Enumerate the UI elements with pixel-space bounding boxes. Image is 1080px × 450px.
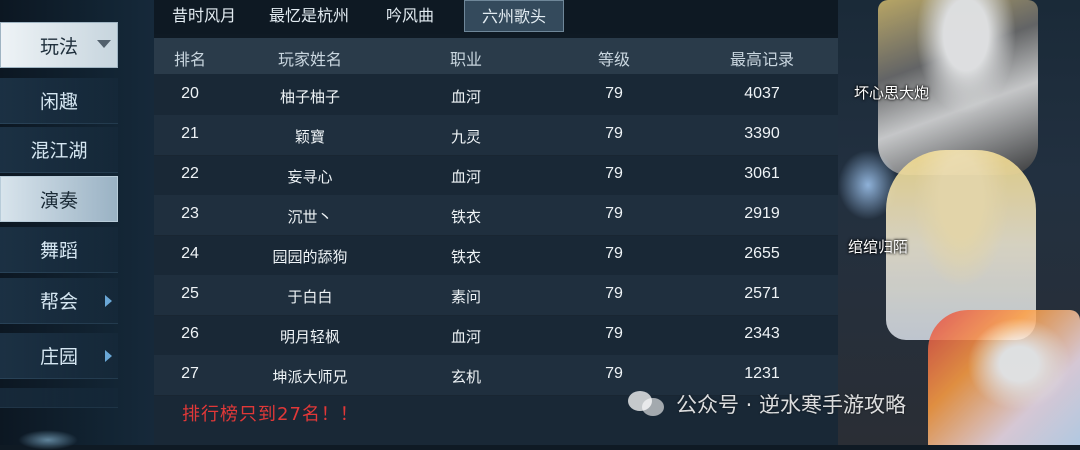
- header-profession: 职业: [449, 50, 483, 69]
- tab-song-4[interactable]: 六州歌头: [464, 0, 564, 32]
- tab-label: 六州歌头: [481, 7, 546, 26]
- level-cell: 79: [605, 205, 623, 222]
- sidebar-item-partial[interactable]: [0, 388, 118, 408]
- rank-cell: 26: [181, 325, 199, 342]
- record-cell: 2919: [744, 205, 780, 222]
- player-name-cell: 坤派大师兄: [272, 368, 348, 386]
- level-cell: 79: [605, 245, 623, 262]
- player-name-cell: 园园的舔狗: [272, 248, 348, 266]
- rank-cell: 24: [181, 245, 199, 262]
- table-row[interactable]: 24 园园的舔狗 铁衣 79 2655: [154, 235, 838, 276]
- record-cell: 3061: [744, 165, 780, 182]
- character-name: 坏心思大炮: [854, 84, 930, 102]
- rank-cell: 20: [181, 85, 199, 102]
- sidebar-item-gameplay[interactable]: 玩法: [0, 22, 118, 68]
- tab-label: 吟风曲: [385, 6, 434, 25]
- chevron-down-icon: [97, 40, 111, 48]
- sidebar-item-guild[interactable]: 帮会: [0, 278, 118, 324]
- chevron-right-icon: [105, 295, 112, 307]
- leaderboard-note: 排行榜只到27名！！: [182, 404, 359, 425]
- profession-cell: 玄机: [450, 368, 482, 386]
- sidebar-item-jianghu[interactable]: 混江湖: [0, 127, 118, 173]
- rank-cell: 27: [181, 365, 199, 382]
- tab-song-2[interactable]: 最忆是杭州: [254, 0, 364, 32]
- rank-cell: 21: [181, 125, 199, 142]
- table-row[interactable]: 21 颖寶 九灵 79 3390: [154, 115, 838, 156]
- tab-song-1[interactable]: 昔时风月: [160, 0, 248, 32]
- header-player: 玩家姓名: [277, 50, 343, 69]
- song-tabs: 昔时风月 最忆是杭州 吟风曲 六州歌头: [154, 0, 838, 34]
- player-name-cell: 明月轻枫: [279, 328, 341, 346]
- header-level: 等级: [597, 50, 631, 69]
- sidebar-item-label: 演奏: [39, 189, 78, 212]
- player-name-cell: 于白白: [287, 288, 333, 306]
- category-sidebar: 玩法 闲趣 混江湖 演奏 舞蹈 帮会 庄园: [0, 0, 154, 450]
- level-cell: 79: [605, 85, 623, 102]
- profession-cell: 铁衣: [450, 208, 482, 226]
- profession-cell: 九灵: [450, 128, 482, 146]
- rank-cell: 22: [181, 165, 199, 182]
- level-cell: 79: [605, 285, 623, 302]
- sidebar-item-dance[interactable]: 舞蹈: [0, 227, 118, 273]
- rank-cell: 25: [181, 285, 199, 302]
- table-header: 排名 玩家姓名 职业 等级 最高记录: [154, 38, 838, 74]
- player-name-cell: 妄寻心: [287, 168, 333, 186]
- sidebar-item-label: 混江湖: [30, 140, 88, 162]
- table-row[interactable]: 22 妄寻心 血河 79 3061: [154, 155, 838, 196]
- record-cell: 2571: [744, 285, 780, 302]
- table-row[interactable]: 20 柚子柚子 血河 79 4037: [154, 75, 838, 116]
- sidebar-item-performance[interactable]: 演奏: [0, 176, 118, 222]
- profession-cell: 血河: [450, 88, 482, 106]
- sidebar-item-leisure[interactable]: 闲趣: [0, 78, 118, 124]
- record-cell: 2343: [744, 325, 780, 342]
- sidebar-item-label: 庄园: [39, 346, 78, 368]
- profession-cell: 血河: [450, 328, 482, 346]
- sidebar-item-manor[interactable]: 庄园: [0, 333, 118, 379]
- level-cell: 79: [605, 125, 623, 142]
- header-record: 最高记录: [729, 50, 795, 69]
- table-row[interactable]: 25 于白白 素问 79 2571: [154, 275, 838, 316]
- rank-cell: 23: [181, 205, 199, 222]
- watermark-text: 公众号 · 逆水寒手游攻略: [676, 393, 907, 417]
- sidebar-item-label: 舞蹈: [39, 240, 78, 262]
- level-cell: 79: [605, 165, 623, 182]
- level-cell: 79: [605, 365, 623, 382]
- scroll-indicator: [18, 430, 78, 450]
- character-showcase: 坏心思大炮 绾绾归陌: [838, 0, 1080, 445]
- record-cell: 4037: [744, 85, 780, 102]
- sidebar-item-label: 帮会: [39, 291, 78, 313]
- record-cell: 2655: [744, 245, 780, 262]
- header-rank: 排名: [173, 50, 207, 69]
- sidebar-item-label: 闲趣: [39, 91, 78, 113]
- chevron-right-icon: [105, 350, 112, 362]
- player-name-cell: 柚子柚子: [279, 88, 341, 106]
- tab-song-3[interactable]: 吟风曲: [372, 0, 448, 32]
- player-name-cell: 沉世丶: [287, 208, 333, 226]
- character-name: 绾绾归陌: [848, 238, 909, 256]
- leaderboard-table: 排名 玩家姓名 职业 等级 最高记录 20 柚子柚子 血河 79 4037 21…: [154, 38, 838, 445]
- profession-cell: 血河: [450, 168, 482, 186]
- character-portrait[interactable]: [928, 310, 1080, 445]
- record-cell: 3390: [744, 125, 780, 142]
- level-cell: 79: [605, 325, 623, 342]
- watermark: 公众号 · 逆水寒手游攻略: [628, 386, 906, 422]
- table-row[interactable]: 23 沉世丶 铁衣 79 2919: [154, 195, 838, 236]
- sidebar-item-label: 玩法: [39, 35, 78, 58]
- profession-cell: 铁衣: [450, 248, 482, 266]
- tab-label: 最忆是杭州: [268, 6, 349, 25]
- table-row[interactable]: 26 明月轻枫 血河 79 2343: [154, 315, 838, 356]
- profession-cell: 素问: [450, 288, 482, 306]
- player-name-cell: 颖寶: [294, 128, 326, 146]
- record-cell: 1231: [744, 365, 780, 382]
- wechat-icon: [628, 389, 668, 419]
- tab-label: 昔时风月: [171, 6, 236, 25]
